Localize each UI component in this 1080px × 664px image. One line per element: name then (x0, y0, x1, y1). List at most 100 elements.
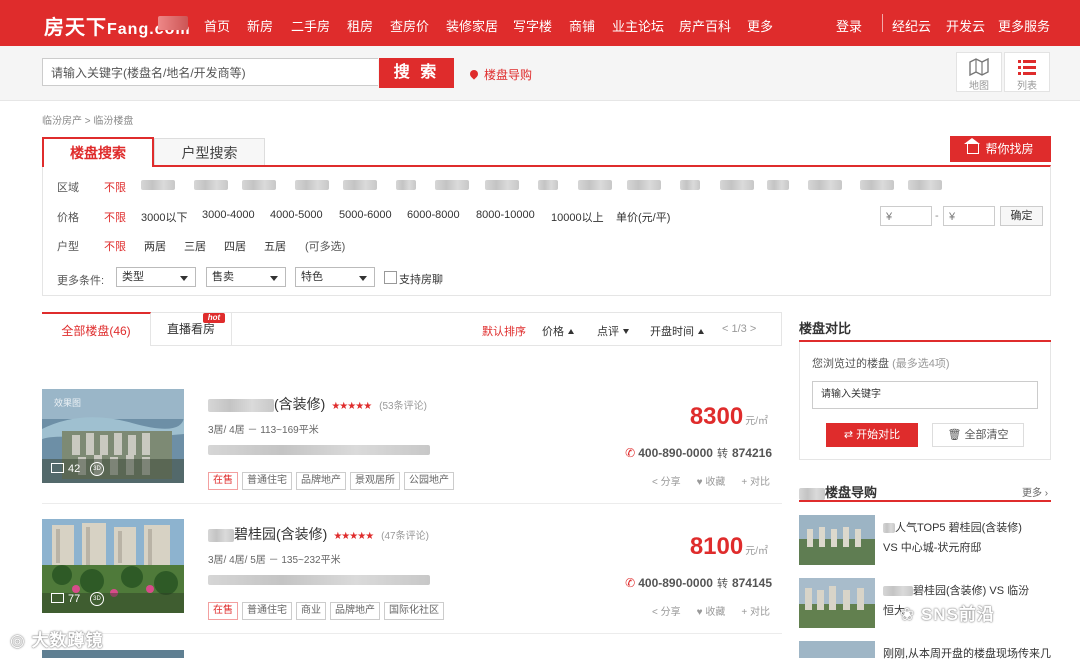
sort-price[interactable]: 价格 (542, 323, 574, 339)
nav-agent-cloud[interactable]: 经纪云 (892, 16, 931, 35)
review-count[interactable]: (47条评论) (381, 531, 429, 542)
region-option[interactable] (720, 180, 754, 190)
pagination[interactable]: < 1/3 > (722, 323, 756, 335)
breadcrumb[interactable]: 临汾房产 > 临汾楼盘 (42, 112, 133, 127)
price-max-input[interactable]: ¥ (943, 206, 995, 226)
region-option[interactable] (396, 180, 416, 190)
tab-layout-search[interactable]: 户型搜索 (154, 138, 265, 166)
review-count[interactable]: (53条评论) (379, 401, 427, 412)
guide-link[interactable]: 楼盘导购 (468, 66, 532, 83)
compare-button[interactable]: + 对比 (741, 477, 770, 488)
search-button[interactable]: 搜 索 (379, 58, 454, 88)
nav-dev-cloud[interactable]: 开发云 (946, 16, 985, 35)
nav-shops[interactable]: 商铺 (569, 16, 595, 35)
nav-home[interactable]: 首页 (204, 16, 230, 35)
price-option[interactable]: 10000以上 (551, 209, 604, 225)
guide-more-link[interactable]: 更多 › (1022, 484, 1048, 499)
price-option[interactable]: 3000-4000 (202, 209, 255, 221)
region-option[interactable] (680, 180, 700, 190)
listing-title[interactable]: 碧桂园(含装修) ★★★★★ (47条评论) (208, 524, 429, 544)
layout-option[interactable]: 两居 (144, 238, 166, 254)
price-option[interactable]: 3000以下 (141, 209, 187, 225)
feature-select[interactable]: 特色 (295, 267, 375, 287)
sort-default[interactable]: 默认排序 (482, 323, 526, 339)
chevron-down-icon (359, 276, 367, 281)
listing-thumbnail[interactable] (42, 650, 184, 658)
region-option[interactable] (767, 180, 789, 190)
house-chat-checkbox[interactable] (384, 271, 397, 284)
share-button[interactable]: < 分享 (652, 607, 681, 618)
login-link[interactable]: 登录 (836, 16, 862, 35)
tab-project-search[interactable]: 楼盘搜索 (42, 137, 154, 167)
nav-resale[interactable]: 二手房 (291, 16, 330, 35)
region-option[interactable] (627, 180, 661, 190)
nav-forum[interactable]: 业主论坛 (612, 16, 664, 35)
sale-status-select[interactable]: 售卖 (206, 267, 286, 287)
help-find-home-button[interactable]: 帮你找房 (950, 136, 1051, 162)
wechat-icon: ❀ (900, 605, 921, 624)
search-input[interactable]: 请输入关键字(楼盘名/地名/开发商等) (42, 58, 378, 86)
nav-more-services[interactable]: 更多服务 (998, 16, 1050, 35)
share-button[interactable]: < 分享 (652, 477, 681, 488)
price-min-input[interactable]: ¥ (880, 206, 932, 226)
listing-phone[interactable]: ✆ 400-890-0000 转 874145 (625, 575, 772, 591)
region-option[interactable] (435, 180, 469, 190)
list-view-button[interactable]: 列表 (1004, 52, 1050, 92)
city-selector[interactable] (158, 16, 188, 30)
region-option[interactable] (578, 180, 612, 190)
listing-title[interactable]: (含装修) ★★★★★ (53条评论) (208, 394, 427, 414)
region-option[interactable] (343, 180, 377, 190)
nav-encyclopedia[interactable]: 房产百科 (679, 16, 731, 35)
type-select[interactable]: 类型 (116, 267, 196, 287)
listing-card[interactable]: 77 3D 碧桂园(含装修) ★★★★★ (47条评论) 3居/ 4居/ 5居 － … (42, 519, 782, 635)
price-option[interactable]: 5000-6000 (339, 209, 392, 221)
price-option[interactable]: 8000-10000 (476, 209, 535, 221)
clear-all-button[interactable]: 🗑 全部清空 (932, 423, 1024, 447)
layout-option[interactable]: 五居 (264, 238, 286, 254)
layout-unlimited[interactable]: 不限 (104, 238, 126, 254)
price-unlimited[interactable]: 不限 (104, 209, 126, 225)
region-option[interactable] (808, 180, 842, 190)
region-option[interactable] (538, 180, 558, 190)
layout-option[interactable]: 四居 (224, 238, 246, 254)
nav-check-price[interactable]: 查房价 (390, 16, 429, 35)
sort-reviews[interactable]: 点评 (597, 323, 629, 339)
listing-thumbnail[interactable]: 77 3D (42, 519, 184, 613)
favorite-button[interactable]: ♥ 收藏 (697, 607, 726, 618)
region-option[interactable] (908, 180, 942, 190)
region-unlimited[interactable]: 不限 (104, 179, 126, 195)
compare-keyword-input[interactable]: 请输入关键字 (812, 381, 1038, 409)
nav-more[interactable]: 更多 (747, 16, 773, 35)
region-option[interactable] (242, 180, 276, 190)
region-option[interactable] (295, 180, 329, 190)
nav-decoration[interactable]: 装修家居 (446, 16, 498, 35)
nav-office[interactable]: 写字楼 (513, 16, 552, 35)
region-option[interactable] (485, 180, 519, 190)
region-option[interactable] (141, 180, 175, 190)
guide-text[interactable]: 刚刚,从本周开盘的楼盘现场传来几 (883, 644, 1053, 664)
listing-phone[interactable]: ✆ 400-890-0000 转 874216 (625, 445, 772, 461)
guide-item[interactable]: 刚刚,从本周开盘的楼盘现场传来几 (799, 641, 1051, 660)
price-confirm-button[interactable]: 确定 (1000, 206, 1043, 226)
sort-opening-date[interactable]: 开盘时间 (650, 323, 704, 339)
map-view-button[interactable]: 地图 (956, 52, 1002, 92)
price-option[interactable]: 6000-8000 (407, 209, 460, 221)
guide-item[interactable]: 人气TOP5 碧桂园(含装修) VS 中心城-状元府邸 (799, 515, 1051, 569)
nav-new-homes[interactable]: 新房 (247, 16, 273, 35)
compare-button[interactable]: + 对比 (741, 607, 770, 618)
3d-view-icon[interactable]: 3D (90, 592, 104, 606)
listing-thumbnail[interactable]: 效果图 42 3D (42, 389, 184, 483)
project-name-redacted (208, 528, 234, 542)
start-compare-button[interactable]: ⇄ 开始对比 (826, 423, 918, 447)
region-option[interactable] (860, 180, 894, 190)
guide-text[interactable]: 人气TOP5 碧桂园(含装修) VS 中心城-状元府邸 (883, 518, 1053, 558)
3d-view-icon[interactable]: 3D (90, 462, 104, 476)
price-option[interactable]: 4000-5000 (270, 209, 323, 221)
listing-card[interactable]: 效果图 42 3D (含装修) ★★★★★ (53条评论) 3居/ 4居 － 113… (42, 389, 782, 505)
layout-option[interactable]: 三居 (184, 238, 206, 254)
region-option[interactable] (194, 180, 228, 190)
listing-actions: < 分享 ♥ 收藏 + 对比 (636, 603, 770, 618)
nav-rental[interactable]: 租房 (347, 16, 373, 35)
tab-all-projects[interactable]: 全部楼盘(46) (42, 312, 151, 346)
favorite-button[interactable]: ♥ 收藏 (697, 477, 726, 488)
